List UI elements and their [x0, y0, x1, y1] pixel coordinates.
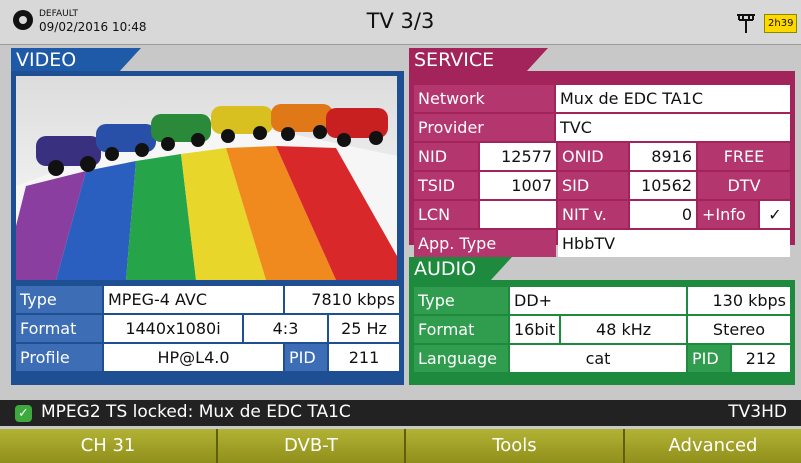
video-bitrate: 7810 kbps	[285, 286, 399, 313]
audio-type-value: DD+	[510, 287, 686, 314]
softkey-tools[interactable]: Tools	[406, 429, 625, 463]
audio-samplerate: 48 kHz	[561, 316, 686, 343]
check-icon: ✓	[15, 405, 32, 422]
network-label: Network	[414, 85, 554, 112]
video-pid-label: PID	[285, 344, 327, 371]
more-info-checkbox[interactable]: ✓	[760, 201, 790, 228]
tsid-label: TSID	[414, 172, 478, 199]
page-title: TV 3/3	[366, 9, 435, 33]
onid-label: ONID	[558, 143, 628, 170]
audio-pid-value: 212	[732, 345, 790, 372]
video-aspect: 4:3	[244, 315, 327, 342]
nid-label: NID	[414, 143, 478, 170]
lcn-label: LCN	[414, 201, 478, 228]
apptype-value: HbbTV	[558, 230, 790, 257]
analyzer-screen: DEFAULT 09/02/2016 10:48 TV 3/3 2h39 VID…	[0, 0, 801, 463]
service-panel: Network Mux de EDC TA1C Provider TVC NID…	[409, 71, 795, 257]
status-bar: ✓ MPEG2 TS locked: Mux de EDC TA1C TV3HD	[0, 400, 801, 426]
softkey-bar: CH 31 DVB-T Tools Advanced	[0, 429, 801, 463]
lock-status-message: MPEG2 TS locked: Mux de EDC TA1C	[41, 402, 351, 422]
scramble-status: FREE	[698, 143, 790, 170]
network-value: Mux de EDC TA1C	[556, 85, 790, 112]
softkey-channel[interactable]: CH 31	[0, 429, 218, 463]
audio-bits: 16bit	[510, 316, 560, 343]
battery-indicator: 2h39	[764, 14, 798, 33]
nitv-label: NIT v.	[558, 201, 628, 228]
video-framerate: 25 Hz	[329, 315, 399, 342]
audio-pid-label: PID	[688, 345, 730, 372]
service-info-table: Network Mux de EDC TA1C Provider TVC NID…	[412, 83, 792, 259]
video-profile-value: HP@L4.0	[104, 344, 283, 371]
onid-value: 8916	[630, 143, 696, 170]
audio-section-tab: AUDIO	[409, 257, 512, 281]
video-format-label: Format	[16, 315, 102, 342]
softkey-advanced[interactable]: Advanced	[625, 429, 801, 463]
antenna-icon	[737, 14, 755, 33]
apptype-label: App. Type	[414, 230, 556, 257]
audio-channels: Stereo	[688, 316, 790, 343]
audio-type-label: Type	[414, 287, 508, 314]
sid-label: SID	[558, 172, 628, 199]
video-thumbnail	[16, 76, 397, 280]
video-panel: Type MPEG-4 AVC 7810 kbps Format 1440x10…	[11, 71, 404, 385]
service-name: TV3HD	[728, 402, 787, 422]
service-section-tab: SERVICE	[409, 48, 548, 72]
audio-panel: Type DD+ 130 kbps Format 16bit 48 kHz St…	[409, 280, 795, 385]
provider-value: TVC	[556, 114, 790, 141]
header-bar: DEFAULT 09/02/2016 10:48 TV 3/3 2h39	[0, 0, 801, 45]
audio-bitrate: 130 kbps	[688, 287, 790, 314]
softkey-standard[interactable]: DVB-T	[218, 429, 406, 463]
lcn-value	[480, 201, 556, 228]
nid-value: 12577	[480, 143, 556, 170]
video-pid-value: 211	[329, 344, 399, 371]
more-info-label[interactable]: +Info	[698, 201, 758, 228]
video-resolution: 1440x1080i	[104, 315, 242, 342]
video-type-label: Type	[16, 286, 102, 313]
video-profile-label: Profile	[16, 344, 102, 371]
service-type: DTV	[698, 172, 790, 199]
sid-value: 10562	[630, 172, 696, 199]
audio-language-value: cat	[510, 345, 686, 372]
provider-label: Provider	[414, 114, 554, 141]
audio-format-label: Format	[414, 316, 508, 343]
video-info-table: Type MPEG-4 AVC 7810 kbps Format 1440x10…	[14, 284, 401, 373]
video-section-tab: VIDEO	[11, 48, 141, 72]
nitv-value: 0	[630, 201, 696, 228]
audio-language-label: Language	[414, 345, 508, 372]
video-type-value: MPEG-4 AVC	[104, 286, 283, 313]
audio-info-table: Type DD+ 130 kbps Format 16bit 48 kHz St…	[412, 285, 792, 374]
tsid-value: 1007	[480, 172, 556, 199]
